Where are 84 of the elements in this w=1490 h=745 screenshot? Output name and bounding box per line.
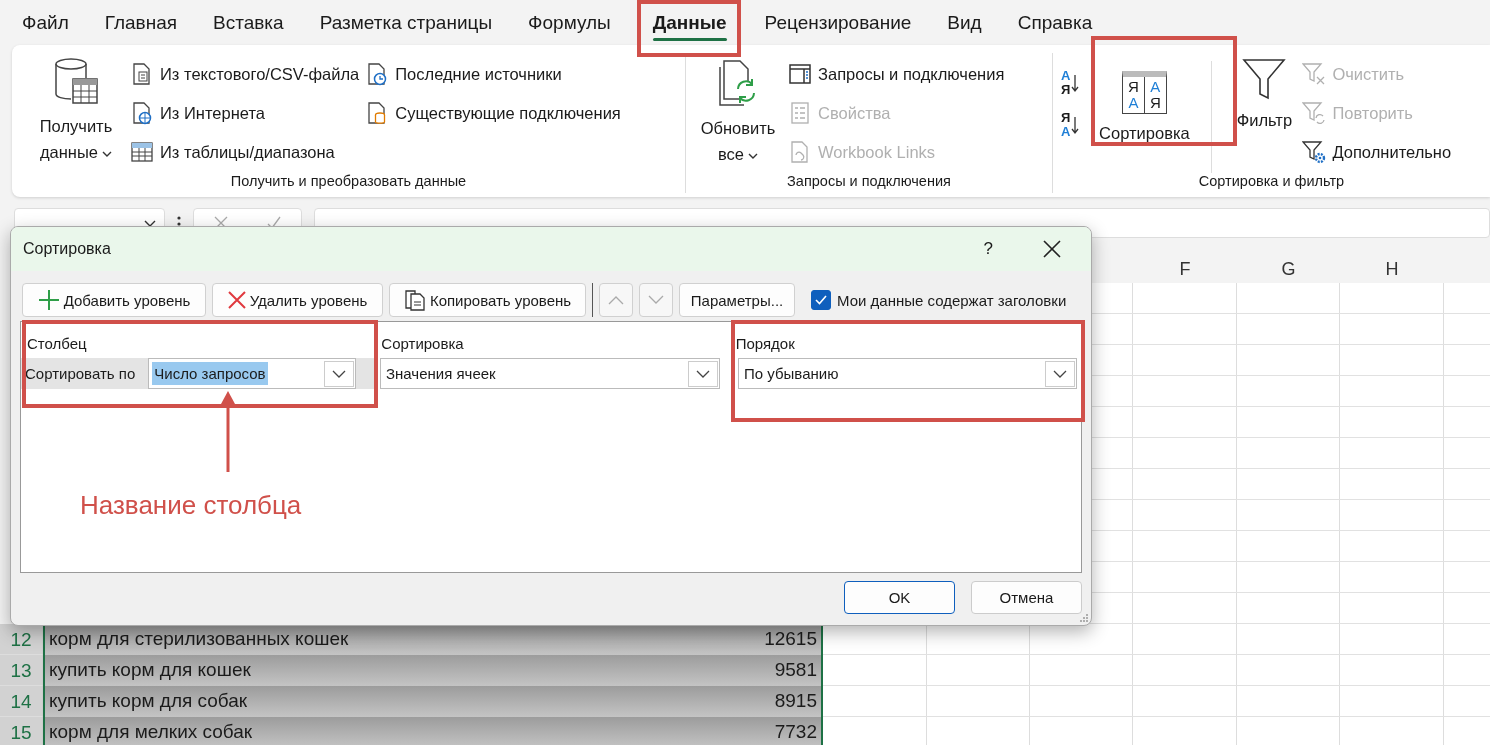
group-label: Получить и преобразовать данные: [229, 173, 468, 191]
table-cell: корм для мелких собак: [43, 717, 643, 745]
sort-ascending-button[interactable]: А Я: [1061, 69, 1080, 97]
level-row[interactable]: Сортировать по Число запросов: [21, 358, 377, 389]
from-table-button[interactable]: Из таблицы/диапазона: [130, 139, 360, 165]
chevron-down-icon: [688, 360, 718, 387]
chevron-down-icon: [324, 360, 355, 387]
funnel-icon: [1242, 57, 1287, 101]
resize-grip-icon[interactable]: [1079, 613, 1089, 623]
database-icon: [53, 57, 99, 107]
ribbon-tab[interactable]: Формулы: [528, 7, 611, 38]
copy-icon: [403, 288, 426, 312]
arrow-down-icon: [1071, 115, 1080, 135]
panel-icon: [788, 62, 812, 86]
sort-descending-button[interactable]: Я А: [1061, 111, 1080, 139]
row-header[interactable]: 12: [0, 624, 43, 655]
column-header[interactable]: H: [1385, 259, 1399, 279]
help-button[interactable]: ?: [983, 239, 993, 259]
table-cell: корм для стерилизованных кошек: [43, 624, 643, 655]
order-dropdown[interactable]: По убыванию: [738, 358, 1077, 389]
options-button[interactable]: Параметры...: [679, 283, 795, 317]
globe-document-icon: [130, 101, 154, 125]
level-label: Сортировать по: [25, 365, 136, 382]
chevron-down-icon: [1045, 360, 1075, 387]
row-header[interactable]: 14: [0, 686, 43, 717]
queries-connections-button[interactable]: Запросы и подключения: [788, 61, 1005, 87]
ribbon-tab[interactable]: Главная: [104, 7, 178, 38]
delete-level-button[interactable]: Удалить уровень: [212, 283, 383, 317]
group-label: Сортировка и фильтр: [1197, 173, 1346, 191]
list-icon: [788, 101, 812, 125]
dialog-button[interactable]: OK: [844, 581, 955, 614]
dialog-title: Сортировка: [23, 240, 112, 258]
ribbon-tab[interactable]: Вставка: [213, 7, 284, 38]
sort-columns-icon: Я А А Я: [1122, 71, 1167, 114]
plus-icon: [37, 289, 60, 311]
copy-level-button[interactable]: Копировать уровень: [389, 283, 586, 317]
column-heading: Столбец: [26, 334, 88, 352]
ribbon-tab[interactable]: Справка: [1017, 7, 1093, 38]
table-icon: [130, 140, 154, 164]
existing-connections-button[interactable]: Существующие подключения: [365, 100, 621, 126]
row-header[interactable]: 13: [0, 655, 43, 686]
recent-sources-button[interactable]: Последние источники: [365, 61, 621, 87]
chevron-down-icon: [748, 151, 758, 160]
cross-icon: [227, 291, 246, 309]
checkmark-icon: [814, 294, 828, 306]
funnel-cross-icon: [1302, 62, 1327, 86]
ribbon-tab[interactable]: Вид: [947, 7, 982, 38]
table-cell: 12615: [643, 624, 823, 655]
table-cell: 9581: [643, 655, 823, 686]
annotation-label: Название столбца: [80, 490, 302, 521]
from-web-button[interactable]: Из Интернета: [130, 100, 360, 126]
ribbon-tab[interactable]: Разметка страницы: [319, 7, 493, 38]
group-label: Запросы и подключения: [786, 173, 952, 191]
sort-button[interactable]: Я А А Я Сортировка: [1085, 53, 1204, 173]
column-dropdown[interactable]: Число запросов: [148, 358, 357, 389]
column-header[interactable]: G: [1281, 259, 1296, 279]
get-data-button[interactable]: Получить данные: [28, 53, 124, 173]
row-header[interactable]: 15: [0, 717, 43, 745]
table-cell: 8915: [643, 686, 823, 717]
table-cell: 7732: [643, 717, 823, 745]
dialog-button[interactable]: Отмена: [971, 581, 1082, 614]
checkbox-label[interactable]: Мои данные содержат заголовки: [837, 291, 1067, 309]
advanced-filter-button[interactable]: Дополнительно: [1302, 139, 1452, 165]
chevron-down-icon: [102, 149, 113, 158]
funnel-refresh-icon: [1302, 101, 1327, 125]
ribbon-tab[interactable]: Данные: [652, 7, 727, 38]
sort-on-dropdown[interactable]: Значения ячеек: [380, 358, 720, 389]
arrow-down-icon: [1071, 73, 1080, 93]
chevron-up-icon: [608, 295, 624, 305]
table-cell: купить корм для собак: [43, 686, 643, 717]
refresh-all-button[interactable]: Обновить все: [694, 53, 782, 173]
add-level-button[interactable]: Добавить уровень: [22, 283, 206, 317]
funnel-gear-icon: [1302, 140, 1327, 164]
chevron-down-icon: [648, 295, 664, 305]
column-heading: Порядок: [734, 334, 796, 352]
column-heading: Сортировка: [380, 334, 465, 352]
close-icon[interactable]: [1043, 240, 1061, 258]
checkbox[interactable]: [811, 290, 831, 310]
ribbon-tab[interactable]: Рецензирование: [764, 7, 912, 38]
filter-button[interactable]: Фильтр: [1232, 53, 1297, 173]
ribbon-tab[interactable]: Файл: [22, 7, 69, 38]
from-text-button[interactable]: Из текстового/CSV-файла: [130, 61, 360, 87]
table-cell: купить корм для кошек: [43, 655, 643, 686]
column-header[interactable]: F: [1179, 259, 1191, 279]
